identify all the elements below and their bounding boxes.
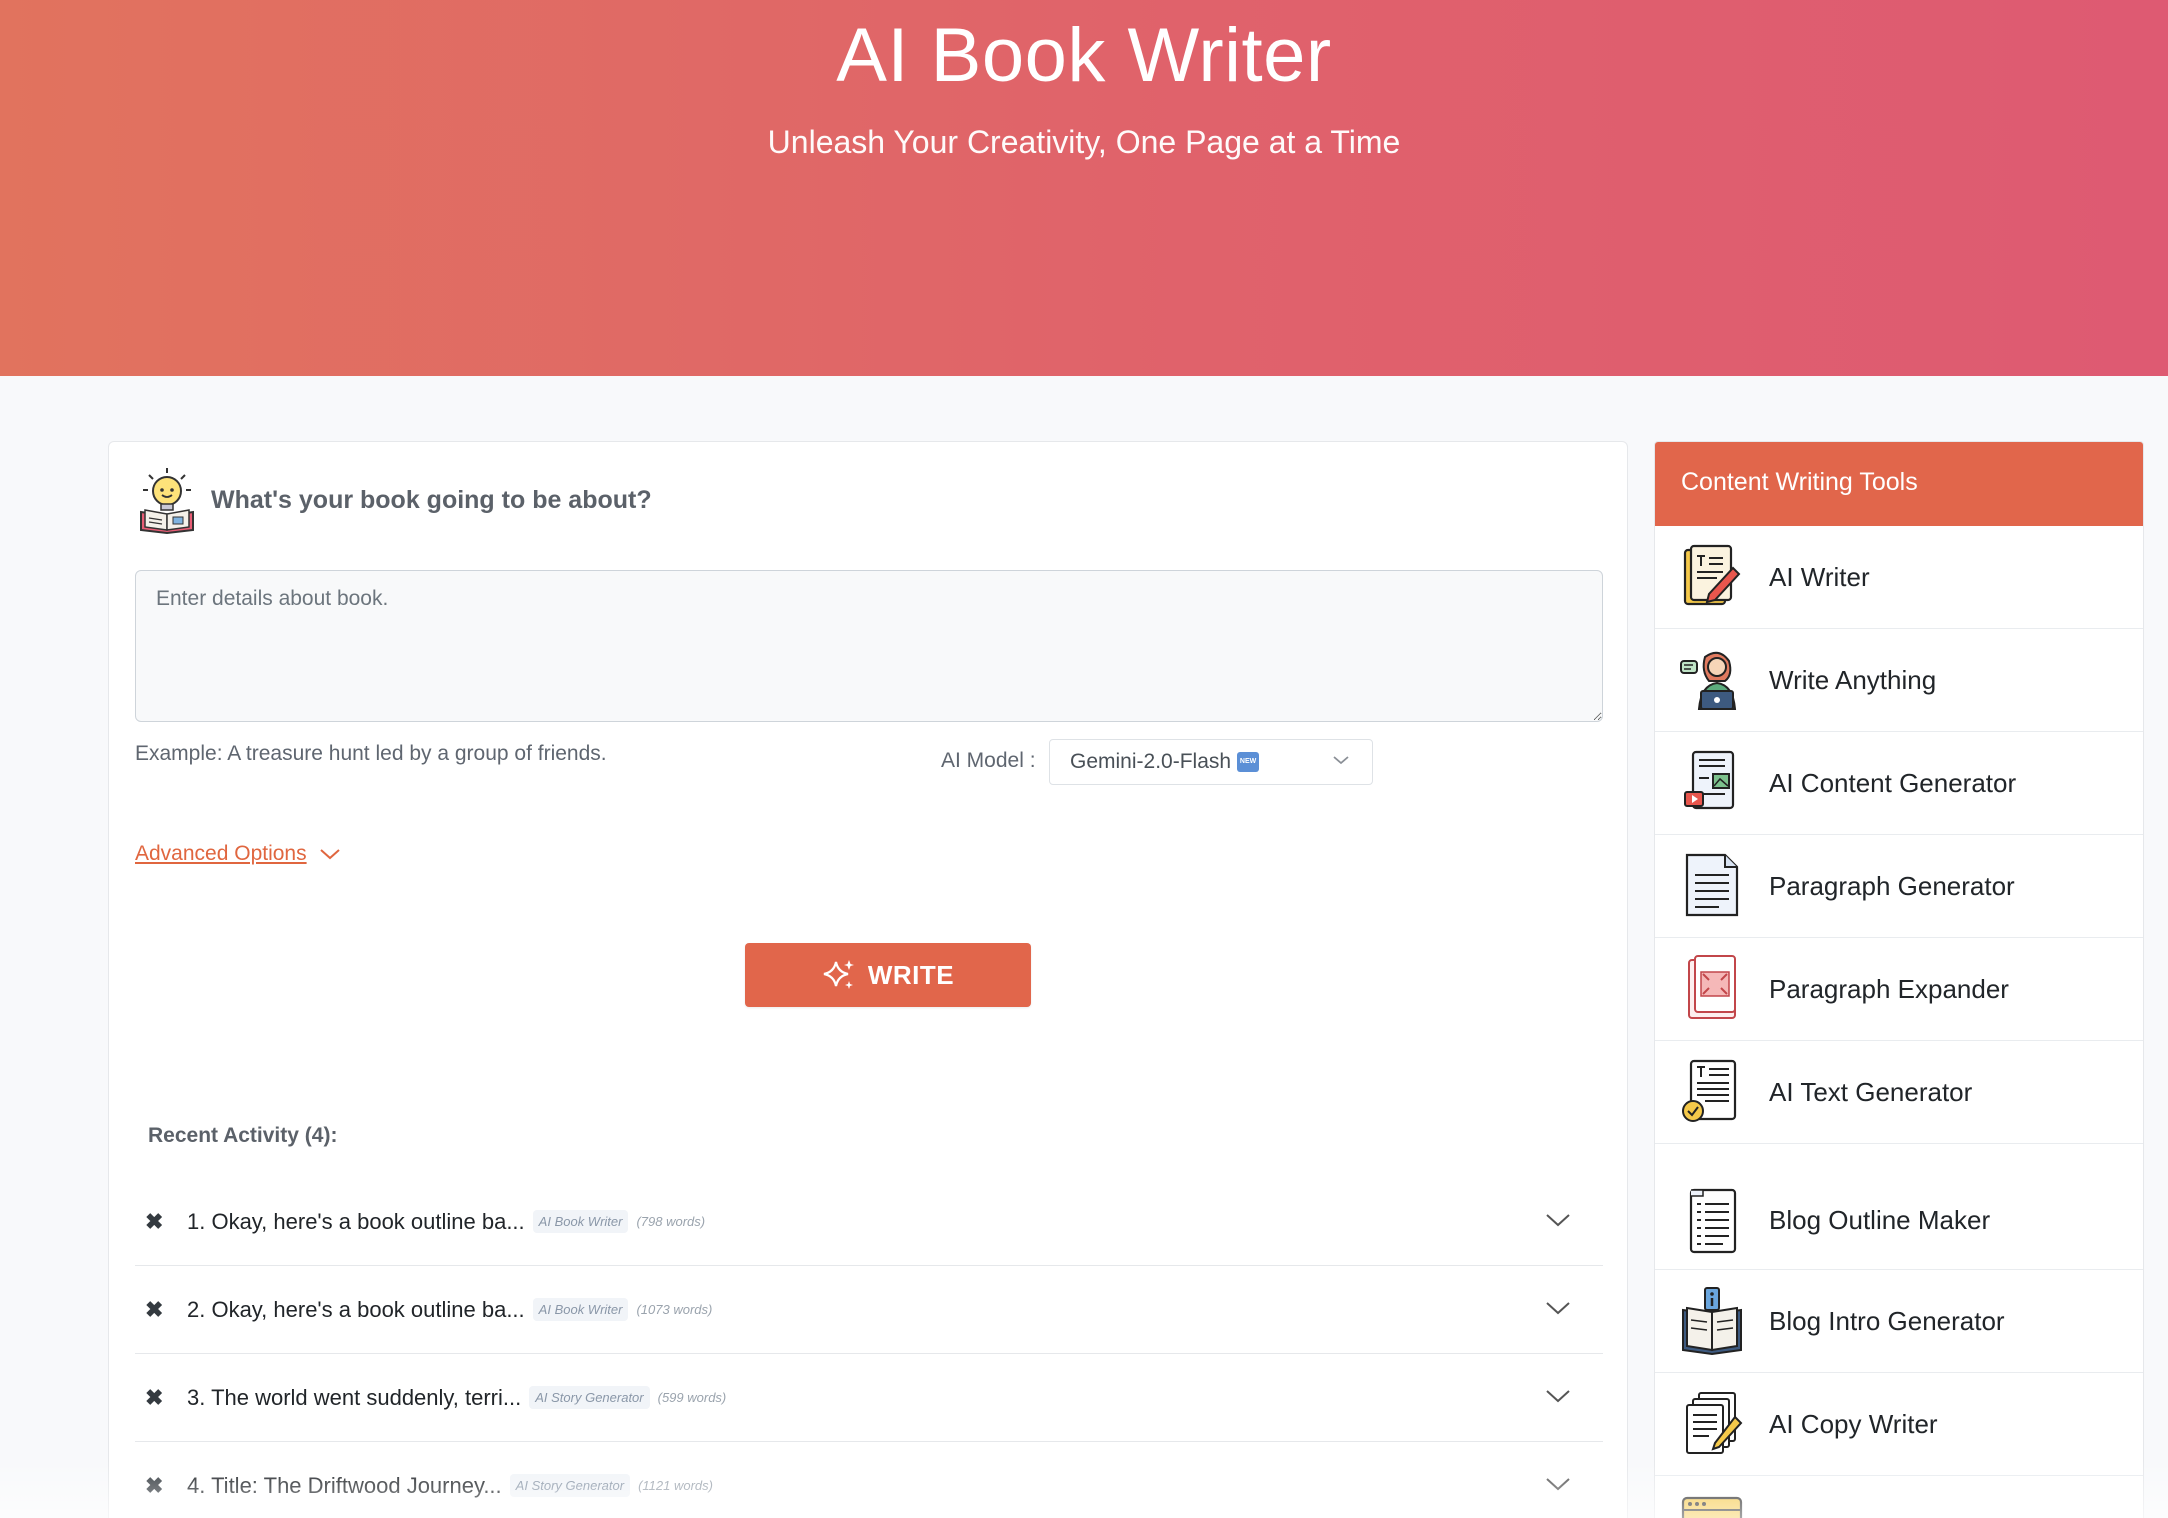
activity-word-count: (1073 words) bbox=[636, 1302, 713, 1317]
activity-word-count: (599 words) bbox=[657, 1390, 727, 1405]
activity-row[interactable]: ✖ 2. Okay, here's a book outline ba... A… bbox=[135, 1266, 1603, 1354]
book-writer-card: What's your book going to be about? Exam… bbox=[108, 441, 1628, 1518]
tool-ai-writer[interactable]: AI Writer bbox=[1655, 526, 2143, 629]
activity-title: 2. Okay, here's a book outline ba... bbox=[187, 1296, 525, 1322]
lightbulb-book-icon bbox=[140, 468, 194, 534]
chevron-down-icon[interactable] bbox=[1545, 1476, 1571, 1492]
chevron-down-icon bbox=[1333, 756, 1349, 765]
page-subtitle: Unleash Your Creativity, One Page at a T… bbox=[767, 124, 1401, 160]
recent-activity-title: Recent Activity (4): bbox=[148, 1124, 338, 1147]
tool-name: Blog Outline Maker bbox=[1769, 1205, 1991, 1235]
activity-tool-tag: AI Book Writer bbox=[532, 1298, 629, 1321]
tool-name: AI Writer bbox=[1769, 561, 1870, 592]
sidebar-title: Content Writing Tools bbox=[1655, 442, 2143, 526]
example-text: Example: A treasure hunt led by a group … bbox=[135, 742, 607, 765]
delete-icon[interactable]: ✖ bbox=[145, 1385, 165, 1411]
tool-paragraph-generator[interactable]: Paragraph Generator bbox=[1655, 835, 2143, 938]
notepad-pencil-icon bbox=[1683, 544, 1741, 606]
open-book-info-icon bbox=[1682, 1287, 1742, 1356]
tool-next-partial[interactable] bbox=[1655, 1476, 2143, 1518]
delete-icon[interactable]: ✖ bbox=[145, 1473, 165, 1499]
advanced-options-toggle[interactable]: Advanced Options bbox=[135, 842, 341, 866]
hero-banner: AI Book Writer Unleash Your Creativity, … bbox=[0, 0, 2168, 376]
content-tools-sidebar: Content Writing Tools AI Writer Write An… bbox=[1654, 441, 2144, 1518]
tool-paragraph-expander[interactable]: Paragraph Expander bbox=[1655, 938, 2143, 1041]
delete-icon[interactable]: ✖ bbox=[145, 1297, 165, 1323]
activity-row[interactable]: ✖ 3. The world went suddenly, terri... A… bbox=[135, 1354, 1603, 1442]
activity-word-count: (798 words) bbox=[636, 1214, 706, 1229]
tool-write-anything[interactable]: Write Anything bbox=[1655, 629, 2143, 732]
ai-model-label: AI Model : bbox=[941, 749, 1036, 772]
chevron-down-icon[interactable] bbox=[1545, 1388, 1571, 1404]
activity-title: 4. Title: The Driftwood Journey... bbox=[187, 1472, 502, 1498]
tool-ai-text-generator[interactable]: AI Text Generator bbox=[1655, 1041, 2143, 1144]
tool-blog-intro-generator[interactable]: Blog Intro Generator bbox=[1655, 1270, 2143, 1373]
prompt-label: What's your book going to be about? bbox=[211, 485, 652, 514]
advanced-options-label: Advanced Options bbox=[135, 842, 307, 865]
activity-word-count: (1121 words) bbox=[638, 1478, 713, 1493]
person-laptop-icon bbox=[1680, 651, 1737, 710]
tool-name: Write Anything bbox=[1769, 664, 1937, 695]
tool-blog-outline-maker[interactable]: Blog Outline Maker bbox=[1655, 1144, 2143, 1270]
tool-name: AI Copy Writer bbox=[1769, 1408, 1938, 1439]
tool-name: AI Text Generator bbox=[1769, 1076, 1973, 1107]
tool-name: Paragraph Generator bbox=[1769, 870, 2015, 901]
write-button-label: WRITE bbox=[867, 959, 955, 990]
activity-row[interactable]: ✖ 4. Title: The Driftwood Journey... AI … bbox=[135, 1442, 1603, 1518]
browser-window-icon bbox=[1681, 1496, 1743, 1518]
tool-ai-copy-writer[interactable]: AI Copy Writer bbox=[1655, 1373, 2143, 1476]
tool-name: AI Content Generator bbox=[1769, 767, 2017, 798]
outline-list-icon bbox=[1689, 1188, 1737, 1253]
ai-model-value: Gemini-2.0-Flash bbox=[1070, 750, 1232, 773]
tool-name: Paragraph Expander bbox=[1769, 973, 2009, 1004]
lined-paper-icon bbox=[1685, 853, 1739, 917]
text-document-check-icon bbox=[1682, 1059, 1737, 1122]
activity-title: 3. The world went suddenly, terri... bbox=[187, 1384, 522, 1410]
stacked-pages-pen-icon bbox=[1686, 1392, 1743, 1454]
page-title: AI Book Writer bbox=[836, 13, 1332, 98]
ai-model-select[interactable]: Gemini-2.0-Flash NEW bbox=[1049, 739, 1373, 785]
chevron-down-icon[interactable] bbox=[1545, 1300, 1571, 1316]
expand-document-icon bbox=[1688, 955, 1736, 1019]
new-badge: NEW bbox=[1237, 752, 1260, 772]
book-details-input[interactable] bbox=[135, 570, 1603, 722]
delete-icon[interactable]: ✖ bbox=[145, 1209, 165, 1235]
chevron-down-icon[interactable] bbox=[1545, 1212, 1571, 1228]
activity-row[interactable]: ✖ 1. Okay, here's a book outline ba... A… bbox=[135, 1178, 1603, 1266]
sparkles-icon bbox=[823, 960, 854, 989]
tool-ai-content-generator[interactable]: AI Content Generator bbox=[1655, 732, 2143, 835]
write-button[interactable]: WRITE bbox=[745, 943, 1031, 1007]
content-document-icon bbox=[1684, 750, 1735, 810]
activity-tool-tag: AI Story Generator bbox=[529, 1386, 650, 1409]
activity-tool-tag: AI Story Generator bbox=[509, 1474, 631, 1497]
prompt-header: What's your book going to be about? bbox=[137, 466, 652, 534]
activity-title: 1. Okay, here's a book outline ba... bbox=[187, 1208, 525, 1234]
tool-name: Blog Intro Generator bbox=[1769, 1305, 2005, 1336]
chevron-down-icon bbox=[319, 849, 340, 860]
activity-tool-tag: AI Book Writer bbox=[532, 1210, 629, 1233]
